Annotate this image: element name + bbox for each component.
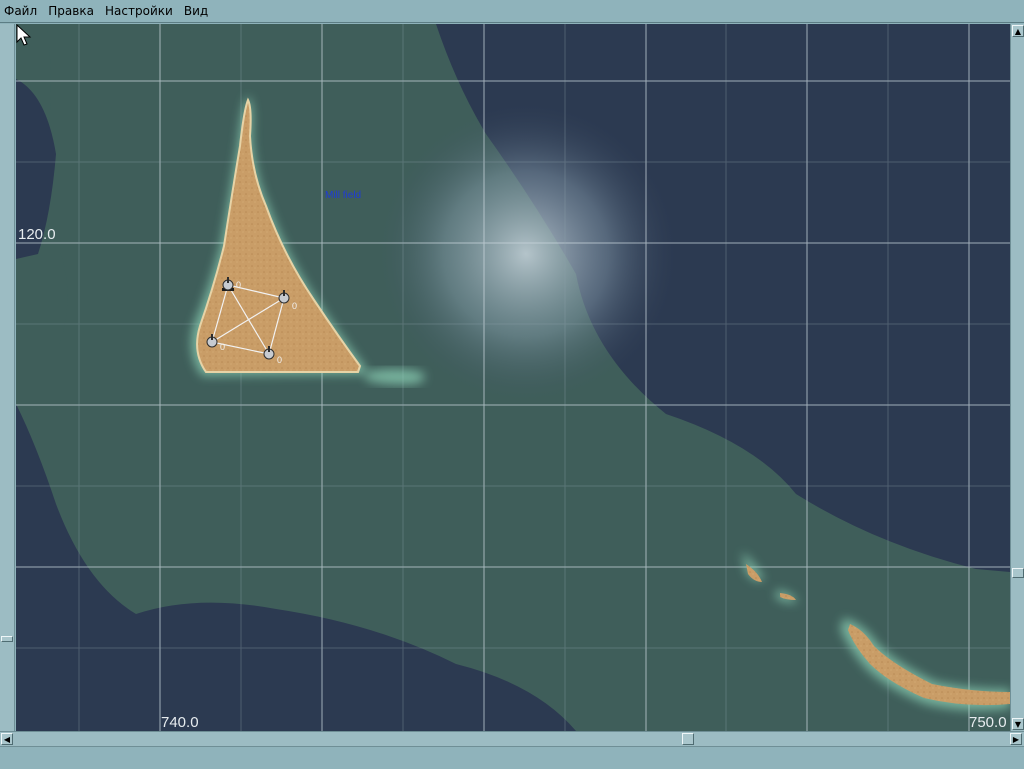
- horizontal-scrollbar[interactable]: ◀ ▶: [0, 731, 1024, 746]
- status-bar: [0, 746, 1024, 769]
- right-scrollbar[interactable]: ▲ ▼: [1010, 24, 1024, 731]
- menu-settings[interactable]: Настройки: [101, 0, 175, 22]
- grid-label-y: 120.0: [18, 226, 56, 243]
- unit-label: 0: [236, 280, 242, 290]
- menu-view[interactable]: Вид: [180, 0, 210, 22]
- unit-label: 0: [277, 355, 283, 365]
- scroll-left-arrow-icon[interactable]: ◀: [1, 733, 13, 745]
- minefield-label[interactable]: Mill field: [325, 190, 361, 201]
- map-view[interactable]: 0 0 0 0 Mill field 120.0 740.0 750.0: [16, 24, 1010, 731]
- scroll-up-arrow-icon[interactable]: ▲: [1012, 25, 1024, 37]
- scroll-right-arrow-icon[interactable]: ▶: [1010, 733, 1022, 745]
- menu-edit[interactable]: Правка: [44, 0, 96, 22]
- map-canvas: [16, 24, 1010, 731]
- grid-label-x-right: 750.0: [969, 714, 1007, 731]
- menu-bar: Файл Правка Настройки Вид: [0, 0, 1024, 23]
- foam-area: [376, 104, 676, 404]
- reef-glow: [366, 369, 425, 385]
- left-scroll-thumb[interactable]: [1, 636, 13, 642]
- horizontal-scroll-thumb[interactable]: [682, 733, 694, 745]
- cursor-arrow-icon: [16, 24, 32, 46]
- unit-label: 0: [220, 342, 226, 352]
- grid-label-x-left: 740.0: [161, 714, 199, 731]
- menu-file[interactable]: Файл: [0, 0, 39, 22]
- unit-label: 0: [292, 301, 298, 311]
- scroll-down-arrow-icon[interactable]: ▼: [1012, 718, 1024, 730]
- left-scrollbar[interactable]: [0, 24, 15, 731]
- right-scroll-thumb[interactable]: [1012, 568, 1024, 578]
